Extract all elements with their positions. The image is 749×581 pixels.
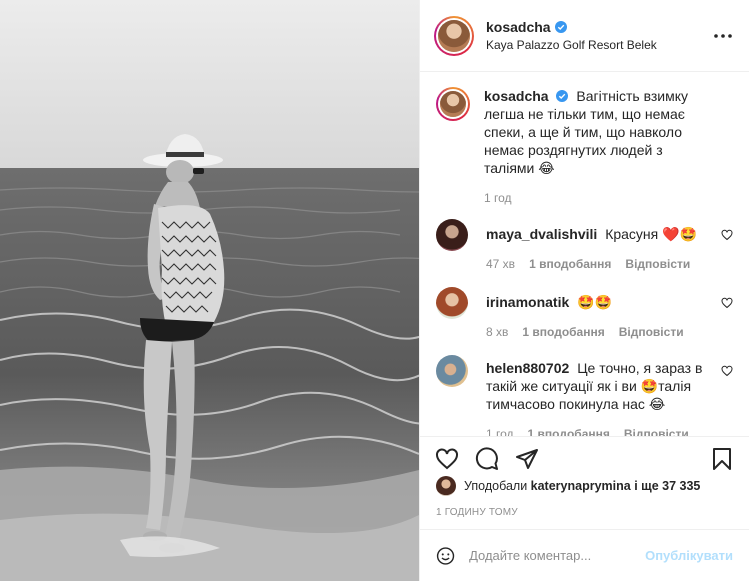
comment-like-heart-icon[interactable] <box>721 297 733 309</box>
likes-prefix: Уподобали <box>464 479 528 493</box>
comment-avatar[interactable] <box>436 219 468 251</box>
comment-avatar[interactable] <box>436 287 468 319</box>
comment-item: helen880702 Це точно, я зараз в такій же… <box>436 355 733 436</box>
comment-likes[interactable]: 1 вподобання <box>522 325 604 339</box>
comment-reply-button[interactable]: Відповісти <box>624 427 689 436</box>
beach-photo-image <box>0 0 419 581</box>
save-button[interactable] <box>709 446 735 472</box>
comments-section: kosadcha Вагітність взимку легша не тіль… <box>420 73 749 436</box>
verified-badge-icon <box>554 21 567 33</box>
comment-likes[interactable]: 1 вподобання <box>529 257 611 271</box>
bookmark-icon <box>713 447 731 470</box>
comment-username[interactable]: irinamonatik <box>486 294 569 310</box>
comment-avatar[interactable] <box>436 355 468 387</box>
caption-avatar[interactable] <box>436 87 470 121</box>
comment-item: irinamonatik 🤩🤩 8 хв 1 вподобання Відпов… <box>436 287 733 339</box>
liker-avatar[interactable] <box>436 476 456 496</box>
comment-username[interactable]: maya_dvalishvili <box>486 226 597 242</box>
comment-like-heart-icon[interactable] <box>721 229 733 241</box>
share-button[interactable] <box>514 446 540 472</box>
more-options-icon <box>714 34 732 38</box>
comment-input[interactable] <box>469 548 646 563</box>
post-photo[interactable] <box>0 0 419 581</box>
caption-username[interactable]: kosadcha <box>484 88 572 104</box>
comment-reply-button[interactable]: Відповісти <box>625 257 690 271</box>
post-actions-bar <box>420 436 749 474</box>
author-username-text[interactable]: kosadcha <box>486 19 551 35</box>
emoji-icon[interactable] <box>436 544 455 568</box>
comment-reply-button[interactable]: Відповісти <box>619 325 684 339</box>
post-header: kosadcha Kaya Palazzo Golf Resort Belek <box>420 0 749 72</box>
comment-text: Красуня ❤️🤩 <box>605 226 697 242</box>
comment-text: 🤩🤩 <box>577 294 613 310</box>
comment-time[interactable]: 47 хв <box>486 257 515 271</box>
add-comment-bar: Опублікувати <box>420 529 749 581</box>
comment-time[interactable]: 1 год <box>486 427 514 436</box>
instagram-post: kosadcha Kaya Palazzo Golf Resort Belek <box>0 0 749 581</box>
liker-username[interactable]: katerynaprymina <box>531 479 631 493</box>
comment-icon <box>475 446 498 470</box>
comment-time[interactable]: 8 хв <box>486 325 508 339</box>
likes-count[interactable]: і ще 37 335 <box>634 479 700 493</box>
comment-like-heart-icon[interactable] <box>721 365 733 377</box>
like-button[interactable] <box>434 446 460 472</box>
comment-likes[interactable]: 1 вподобання <box>528 427 610 436</box>
publish-button[interactable]: Опублікувати <box>645 548 733 563</box>
likes-summary: Уподобали katerynaprymina і ще 37 335 <box>436 476 739 496</box>
heart-icon <box>436 447 458 469</box>
author-username[interactable]: kosadcha <box>486 19 567 35</box>
comment-item: maya_dvalishvili Красуня ❤️🤩 47 хв 1 впо… <box>436 219 733 271</box>
verified-badge-icon <box>556 90 569 102</box>
post-caption: kosadcha Вагітність взимку легша не тіль… <box>436 87 733 205</box>
more-options-button[interactable] <box>713 26 733 46</box>
caption-time[interactable]: 1 год <box>484 191 512 205</box>
post-location[interactable]: Kaya Palazzo Golf Resort Belek <box>486 38 657 52</box>
post-timestamp[interactable]: 1 годину тому <box>436 507 518 518</box>
share-icon <box>516 448 538 469</box>
post-sidebar: kosadcha Kaya Palazzo Golf Resort Belek <box>419 0 749 581</box>
comment-button[interactable] <box>474 446 500 472</box>
comment-username[interactable]: helen880702 <box>486 360 569 376</box>
author-avatar[interactable] <box>434 15 474 56</box>
